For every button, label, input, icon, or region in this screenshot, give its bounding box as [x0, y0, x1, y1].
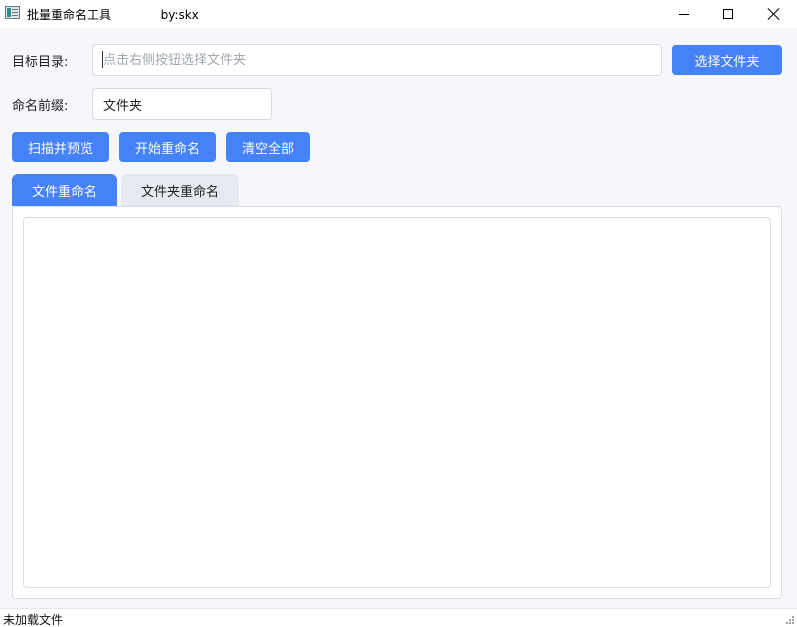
close-icon — [768, 8, 780, 20]
maximize-icon — [723, 9, 733, 19]
app-icon — [5, 6, 20, 19]
clear-all-button[interactable]: 清空全部 — [226, 132, 310, 162]
resize-grip-icon[interactable] — [786, 616, 794, 624]
status-bar: 未加载文件 — [0, 608, 797, 627]
start-rename-button[interactable]: 开始重命名 — [119, 132, 216, 162]
window-title: 批量重命名工具 by:skx — [27, 8, 199, 22]
tab-folder-rename[interactable]: 文件夹重命名 — [121, 174, 239, 206]
scan-preview-button[interactable]: 扫描并预览 — [12, 132, 109, 162]
target-dir-label: 目标目录: — [12, 55, 69, 70]
close-button[interactable] — [751, 0, 797, 28]
minimize-icon — [679, 13, 689, 15]
maximize-button[interactable] — [705, 0, 751, 28]
status-text: 未加载文件 — [3, 613, 64, 627]
target-dir-input[interactable] — [92, 44, 662, 76]
tab-file-rename[interactable]: 文件重命名 — [12, 174, 117, 206]
text-cursor — [102, 51, 103, 68]
name-prefix-input[interactable] — [92, 88, 272, 120]
name-prefix-label: 命名前缀: — [12, 99, 69, 114]
minimize-button[interactable] — [661, 0, 707, 28]
title-bar: 批量重命名工具 by:skx — [0, 0, 797, 28]
choose-folder-button[interactable]: 选择文件夹 — [672, 45, 782, 75]
file-list-area[interactable] — [23, 217, 771, 588]
